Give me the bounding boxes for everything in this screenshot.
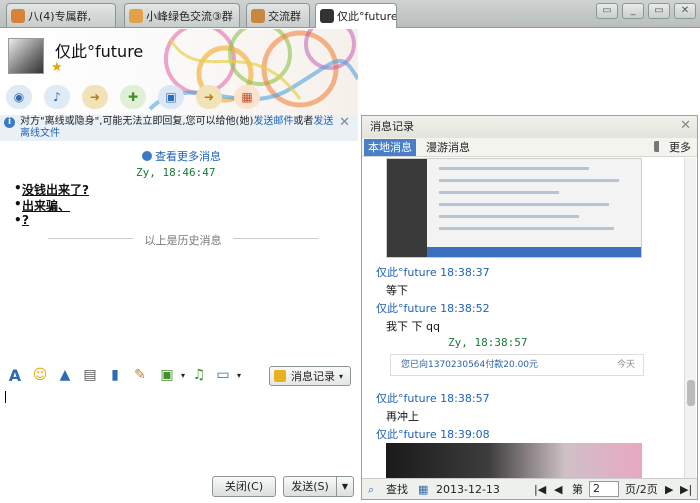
minimize-button[interactable]: _ [622,3,644,19]
screenshot-icon[interactable]: ▤ [81,367,99,383]
message-sender: 仅此°future 18:39:08 [376,428,490,441]
share-screen-icon[interactable]: ➜ [196,85,222,109]
payment-card-time: 今天 [616,360,635,370]
panel-title: 消息记录 [362,116,697,138]
message-sender: 仅此°future 18:38:57 [376,392,490,405]
top-toolbar: ◉ ♪ ➜ ✚ ▣ ➜ ▦ [6,85,272,109]
history-message: 出来骗、 [14,197,70,214]
search-icon[interactable]: ⌕ [368,482,374,497]
payment-card-text: 您已向1370230564付款20.00元 [401,360,539,370]
group-icon [129,8,143,23]
close-panel-icon[interactable]: ✕ [680,116,691,136]
message-sender: 仅此°future 18:38:52 [376,302,490,315]
record-tabs: 本地消息 漫游消息 更多 [362,138,697,157]
star-icon: ★ [51,60,63,75]
avatar-icon [320,9,334,23]
message-record-panel: 消息记录 ✕ 本地消息 漫游消息 更多 仅此°future 18:38:37 等… [361,115,698,500]
music-icon[interactable]: ♫ [190,367,208,383]
find-button[interactable]: 查找 [386,482,408,497]
record-icon [274,370,286,382]
payment-card[interactable]: 您已向1370230564付款20.00元 今天 [390,354,644,376]
view-more-label: 查看更多消息 [155,150,221,163]
remote-desktop-icon[interactable]: ▣ [158,85,184,109]
avatar[interactable] [8,38,44,74]
voice-call-icon[interactable]: ♪ [44,85,70,109]
speaker-icon [654,141,667,152]
message-header: Zy, 18:46:47 [136,166,216,179]
tab-label: 八(4)专属群, [28,9,92,23]
voice-message-icon[interactable]: ▮ [106,367,124,383]
notice-text: 对方"离线或隐身",可能无法立即回复,您可以给他(她) [20,116,254,127]
screenshot-image[interactable] [386,158,642,258]
tab-contact[interactable]: 仅此°future [315,3,397,28]
tab-group-2[interactable]: 小峰绿色交流③群 [124,3,240,27]
history-message: 没钱出来了? [14,181,89,198]
group-icon [251,8,265,23]
send-options-dropdown[interactable]: ▼ [336,476,354,497]
tab-label: 仅此°future [337,10,397,23]
chevron-down-icon: ▾ [339,371,344,381]
message-body: 等下 [386,284,408,297]
history-message: ? [14,213,29,227]
input-toolbar: A ☺ ▲ ▤ ▮ ✎ ▣ ▾ ♫ ▭ ▾ 消息记录 ▾ [0,362,358,388]
send-email-link[interactable]: 发送邮件 [253,116,293,127]
chat-mode-dropdown-icon[interactable]: ▾ [230,367,248,383]
close-button[interactable]: 关闭(C) [212,476,276,497]
photo-image[interactable] [386,443,642,478]
message-log: 仅此°future 18:38:37 等下 仅此°future 18:38:52… [362,158,684,478]
note-icon[interactable]: ✎ [131,367,149,383]
apps-icon[interactable]: ▦ [234,85,260,109]
text-caret [5,391,6,403]
tab-group-1[interactable]: 八(4)专属群, [6,3,116,27]
record-footer: ⌕ 查找 ▦ 2013-12-13 |◀ ◀ 第 2 页/2页 ▶ ▶| [362,478,697,499]
notice-text-or: 或者 [293,116,314,127]
tab-local-messages[interactable]: 本地消息 [364,139,416,156]
scrollbar[interactable] [684,158,696,478]
prev-page-icon[interactable]: ◀ [554,482,562,497]
tab-group-3[interactable]: 交流群 [246,3,310,27]
view-more-messages-link[interactable]: 查看更多消息 [142,148,221,164]
message-sender: 仅此°future 18:38:37 [376,266,490,279]
chat-header-banner: 仅此°future ★ ◉ ♪ ➜ ✚ ▣ ➜ ▦ [0,29,358,115]
scrollbar-thumb[interactable] [687,380,695,406]
message-record-button[interactable]: 消息记录 ▾ [269,366,351,386]
emoji-icon[interactable]: ☺ [31,367,49,383]
info-icon: i [4,117,15,128]
message-body: 我下 下 qq [386,320,440,333]
tab-roaming-messages[interactable]: 漫游消息 [422,139,474,156]
message-record-label: 消息记录 [291,370,335,383]
calendar-icon[interactable]: ▦ [418,482,428,497]
close-notice-icon[interactable]: ✕ [339,116,350,129]
close-window-button[interactable]: ✕ [674,3,696,19]
next-page-icon[interactable]: ▶ [665,482,673,497]
font-icon[interactable]: A [6,366,24,385]
tab-bar: 八(4)专属群, 小峰绿色交流③群 交流群 仅此°future ▭ _ ▭ ✕ [0,0,700,28]
more-button[interactable]: 更多 [654,139,691,156]
clock-icon [142,151,152,161]
page-suffix: 页/2页 [625,483,658,496]
restore-button[interactable]: ▭ [596,3,618,19]
create-group-icon[interactable]: ✚ [120,85,146,109]
page-prefix: 第 [572,483,583,496]
more-label: 更多 [669,141,691,154]
tab-label: 交流群 [268,9,301,23]
message-input[interactable] [0,388,358,473]
message-body: 再冲上 [386,410,419,423]
first-page-icon[interactable]: |◀ [534,482,546,497]
group-icon [11,8,25,23]
maximize-button[interactable]: ▭ [648,3,670,19]
tab-label: 小峰绿色交流③群 [146,9,233,23]
last-page-icon[interactable]: ▶| [680,482,692,497]
contact-name: 仅此°future [55,42,144,61]
message-sender: Zy, 18:38:57 [448,336,528,349]
page-number-input[interactable]: 2 [589,481,619,497]
video-call-icon[interactable]: ◉ [6,85,32,109]
offline-notice: i 对方"离线或隐身",可能无法立即回复,您可以给他(她)发送邮件或者发送离线文… [0,115,358,141]
history-divider: 以上是历史消息 [38,232,328,247]
shake-icon[interactable]: ▲ [56,367,74,383]
send-button[interactable]: 发送(S) [283,476,337,497]
send-file-icon[interactable]: ➜ [82,85,108,109]
date-value[interactable]: 2013-12-13 [436,482,500,497]
